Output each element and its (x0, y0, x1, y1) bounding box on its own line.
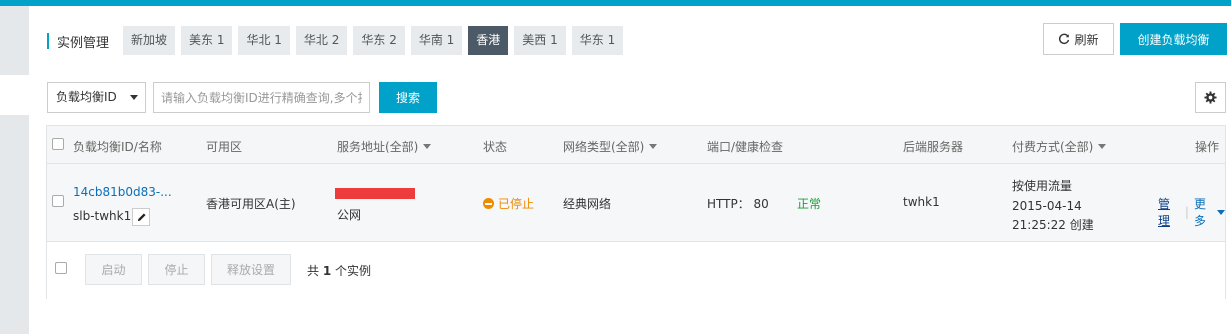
row-actions: 管理 | 更多 (1158, 195, 1225, 229)
table-header: 负载均衡ID/名称 可用区 服务地址(全部) 状态 网络类型(全部) 端口/健康… (47, 126, 1225, 164)
column-header-backend: 后端服务器 (903, 140, 964, 154)
start-button[interactable]: 启动 (85, 254, 142, 285)
column-header-name: 负载均衡ID/名称 (73, 140, 162, 154)
search-field-select[interactable]: 负载均衡ID (47, 82, 146, 113)
tab-region-hong-kong[interactable]: 香港 (468, 26, 509, 55)
tab-region-east-china-2[interactable]: 华东 2 (353, 26, 405, 55)
gear-icon (1204, 91, 1217, 104)
column-header-network-filter[interactable]: 网络类型(全部) (563, 138, 658, 155)
column-header-port: 端口/健康检查 (707, 140, 784, 154)
pencil-icon (137, 212, 146, 221)
instance-count: 共 1 个实例 (307, 264, 372, 278)
column-header-billing-filter[interactable]: 付费方式(全部) (1012, 138, 1107, 155)
refresh-button[interactable]: 刷新 (1043, 23, 1114, 55)
stop-button[interactable]: 停止 (148, 254, 205, 285)
tab-region-singapore[interactable]: 新加坡 (123, 26, 176, 55)
address-type: 公网 (337, 208, 362, 222)
chevron-down-icon (423, 144, 432, 149)
title-accent-bar (47, 33, 49, 49)
page-title: 实例管理 (57, 36, 110, 51)
status-text: 已停止 (498, 197, 535, 211)
stopped-icon (483, 198, 494, 209)
billing-method: 按使用流量 (1012, 179, 1073, 193)
edit-name-button[interactable] (132, 208, 150, 226)
chevron-down-icon (1217, 209, 1225, 215)
row-checkbox[interactable] (52, 195, 64, 207)
column-header-actions: 操作 (1195, 140, 1220, 154)
listener-port: HTTP： 80 (707, 197, 769, 211)
backend-server: twhk1 (903, 195, 940, 209)
created-date: 2015-04-14 (1012, 199, 1082, 213)
column-header-address-filter[interactable]: 服务地址(全部) (337, 138, 432, 155)
column-header-status: 状态 (483, 140, 508, 154)
action-divider: | (1184, 205, 1189, 219)
left-gutter-block (0, 115, 29, 334)
table-row: 14cb81b0d83-... slb-twhk1 香港可用区A(主) 公网 已… (47, 164, 1225, 242)
refresh-label: 刷新 (1074, 32, 1099, 47)
network-type: 经典网络 (563, 197, 612, 211)
chevron-down-icon (649, 144, 658, 149)
tab-region-east-china-1[interactable]: 华东 1 (571, 26, 624, 55)
instance-name: slb-twhk1 (73, 209, 132, 223)
left-gutter-block (0, 6, 29, 75)
tab-region-us-west-1[interactable]: 美西 1 (514, 26, 566, 55)
health-status: 正常 (797, 197, 822, 211)
refresh-icon (1059, 33, 1070, 44)
tab-region-north-china-2[interactable]: 华北 2 (295, 26, 348, 55)
tab-region-us-east-1[interactable]: 美东 1 (181, 26, 233, 55)
column-header-zone: 可用区 (206, 140, 243, 154)
more-actions-dropdown[interactable]: 更多 (1194, 195, 1225, 229)
instance-id-link[interactable]: 14cb81b0d83-... (73, 185, 172, 199)
create-load-balancer-button[interactable]: 创建负载均衡 (1120, 23, 1227, 55)
footer-select-all-checkbox[interactable] (55, 262, 67, 274)
manage-link[interactable]: 管理 (1158, 195, 1180, 229)
instance-table: 负载均衡ID/名称 可用区 服务地址(全部) 状态 网络类型(全部) 端口/健康… (46, 125, 1226, 299)
tab-region-north-china-1[interactable]: 华北 1 (238, 26, 290, 55)
search-button[interactable]: 搜索 (379, 82, 437, 113)
more-label: 更多 (1193, 197, 1206, 228)
zone-value: 香港可用区A(主) (206, 197, 296, 211)
region-tabs: 新加坡 美东 1 华北 1 华北 2 华东 2 华南 1 香港 美西 1 华东 … (123, 26, 624, 55)
settings-button[interactable] (1195, 82, 1226, 113)
chevron-down-icon (130, 95, 138, 100)
chevron-down-icon (1098, 144, 1107, 149)
redacted-address (335, 188, 415, 199)
status-badge: 已停止 (483, 195, 534, 212)
tab-region-south-china-1[interactable]: 华南 1 (410, 26, 463, 55)
table-footer: 启动 停止 释放设置 共 1 个实例 (47, 242, 1225, 299)
select-all-checkbox[interactable] (52, 138, 64, 150)
top-accent-bar (0, 0, 1231, 6)
release-settings-button[interactable]: 释放设置 (211, 254, 291, 285)
created-time: 21:25:22 创建 (1012, 218, 1094, 232)
search-field-select-value: 负载均衡ID (56, 90, 117, 104)
search-input[interactable] (153, 82, 370, 113)
